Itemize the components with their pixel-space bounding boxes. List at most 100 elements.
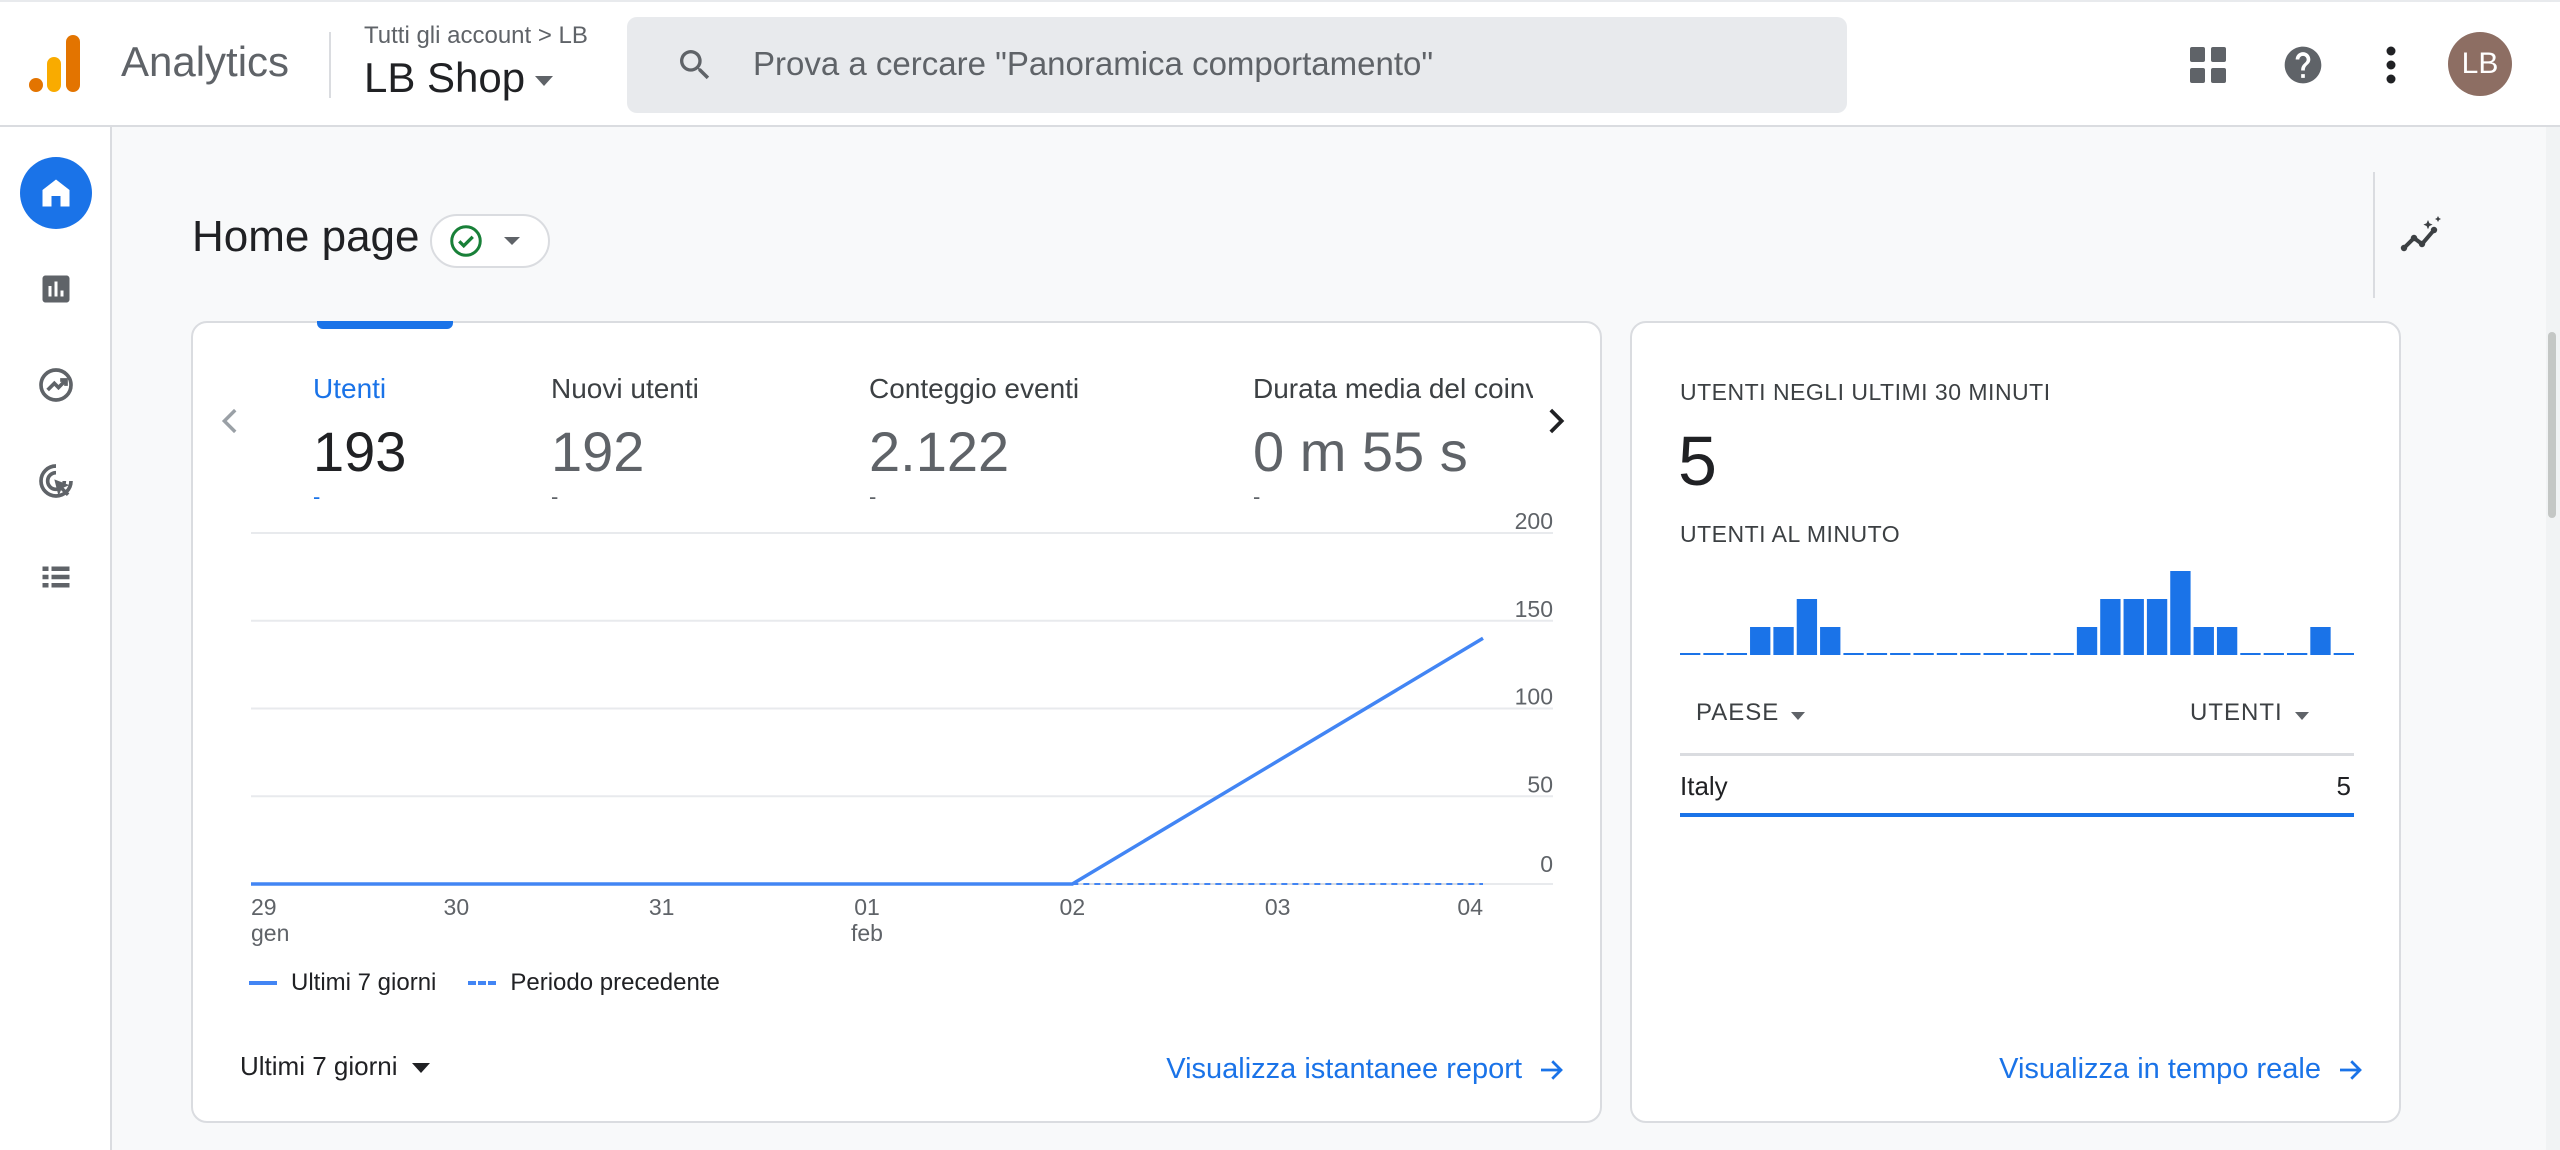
y-tick-label: 100 xyxy=(1515,684,1553,710)
x-tick-label: 30 xyxy=(444,894,470,920)
y-tick-label: 200 xyxy=(1515,508,1553,534)
minute-bar xyxy=(1726,653,1748,655)
minute-bar xyxy=(1890,653,1911,655)
view-realtime-link[interactable]: Visualizza in tempo reale xyxy=(1999,1053,2365,1086)
minute-bar xyxy=(2286,653,2308,655)
realtime-card: UTENTI NEGLI ULTIMI 30 MINUTI 5 UTENTI A… xyxy=(1630,321,2401,1123)
minute-bar xyxy=(2146,599,2168,655)
minute-bar xyxy=(2263,653,2284,655)
chevron-down-icon xyxy=(411,1062,430,1073)
series-line-current xyxy=(251,636,1484,886)
users-per-minute-chart xyxy=(1680,571,2354,655)
minute-bar xyxy=(2076,627,2098,655)
column-label: UTENTI xyxy=(2190,699,2283,726)
minute-bar xyxy=(2170,571,2191,655)
property-selector[interactable]: LB Shop xyxy=(364,54,554,102)
minute-bar xyxy=(1680,653,1701,655)
nav-item-home[interactable] xyxy=(20,157,92,229)
status-chip[interactable] xyxy=(430,214,550,268)
arrow-right-icon xyxy=(2340,1059,2362,1080)
top-app-bar: Analytics Tutti gli account > LB LB Shop… xyxy=(0,0,2560,127)
minute-bar xyxy=(2333,653,2354,655)
minute-bar xyxy=(2123,599,2144,655)
x-tick-label: gen xyxy=(251,920,289,946)
chart-legend: Ultimi 7 giorni Periodo precedente xyxy=(249,969,720,997)
minute-bar xyxy=(2100,599,2121,655)
minute-bar xyxy=(1983,653,2004,655)
x-tick-label: 03 xyxy=(1265,894,1291,920)
table-row-users: 5 xyxy=(2336,771,2351,801)
bar-chart-icon xyxy=(42,275,70,303)
explore-icon xyxy=(39,368,73,402)
minute-bar xyxy=(2193,627,2214,655)
page-scrollbar[interactable] xyxy=(2546,127,2560,1150)
legend-label-current: Ultimi 7 giorni xyxy=(291,969,437,996)
list-icon xyxy=(42,566,70,588)
analytics-logo-icon[interactable] xyxy=(28,35,82,93)
insights-divider xyxy=(2373,172,2375,298)
help-icon[interactable] xyxy=(2275,37,2331,93)
x-tick-label: 01 xyxy=(854,894,880,920)
insights-icon xyxy=(2400,216,2441,252)
column-label: PAESE xyxy=(1696,699,1780,726)
table-divider xyxy=(1680,753,2354,756)
check-circle-icon xyxy=(450,225,482,257)
chevron-down-icon xyxy=(504,237,520,245)
table-row-country: Italy xyxy=(1680,771,1728,801)
minute-bar xyxy=(1703,653,1724,655)
users-line-chart: 0 50 100 150 200 29gen 30 31 01feb 02 03 04 xyxy=(251,508,1553,946)
column-header-users[interactable]: UTENTI xyxy=(2190,699,2309,727)
arrow-right-icon xyxy=(1541,1059,1563,1080)
chevron-down-icon xyxy=(1791,712,1806,720)
avatar[interactable]: LB xyxy=(2448,32,2512,96)
minute-bar xyxy=(2030,653,2051,655)
page-title: Home page xyxy=(192,212,420,261)
minute-bar xyxy=(2006,653,2028,655)
search-icon xyxy=(680,50,710,80)
scrollbar-thumb[interactable] xyxy=(2548,332,2556,518)
left-nav xyxy=(0,127,112,1150)
search-bar[interactable]: Prova a cercare "Panoramica comportament… xyxy=(627,17,1847,113)
apps-grid-icon[interactable] xyxy=(2180,37,2236,93)
minute-bar xyxy=(1820,627,1841,655)
nav-item-reports[interactable] xyxy=(20,253,92,325)
date-range-select[interactable]: Ultimi 7 giorni xyxy=(240,1051,430,1082)
more-vert-icon[interactable] xyxy=(2363,37,2419,93)
header-divider xyxy=(329,32,331,98)
nav-item-advertising[interactable] xyxy=(20,445,92,517)
minute-bar xyxy=(1866,653,1888,655)
account-breadcrumb[interactable]: Tutti gli account > LB xyxy=(364,22,588,50)
x-tick-label: 02 xyxy=(1060,894,1086,920)
x-tick-label: feb xyxy=(851,920,883,946)
home-icon xyxy=(42,179,70,207)
search-input[interactable]: Prova a cercare "Panoramica comportament… xyxy=(753,45,1433,83)
y-tick-label: 150 xyxy=(1515,596,1553,622)
x-tick-label: 31 xyxy=(649,894,675,920)
minute-bar xyxy=(2240,653,2261,655)
minute-bar xyxy=(1936,653,1958,655)
chevron-down-icon xyxy=(535,76,554,86)
column-header-country[interactable]: PAESE xyxy=(1696,699,1806,727)
advertising-icon xyxy=(39,464,73,498)
view-report-snapshot-link[interactable]: Visualizza istantanee report xyxy=(1166,1053,1566,1086)
minute-bar xyxy=(2053,653,2074,655)
minute-bar xyxy=(1913,653,1934,655)
app-name: Analytics xyxy=(121,38,290,85)
x-tick-label: 29 xyxy=(251,894,277,920)
minute-bar xyxy=(1843,653,1864,655)
realtime-subtitle: UTENTI AL MINUTO xyxy=(1680,521,1901,547)
nav-item-configure[interactable] xyxy=(20,541,92,613)
date-range-label: Ultimi 7 giorni xyxy=(240,1051,398,1081)
realtime-title: UTENTI NEGLI ULTIMI 30 MINUTI xyxy=(1680,379,2051,405)
link-label: Visualizza in tempo reale xyxy=(1999,1053,2321,1085)
chevron-down-icon xyxy=(2294,712,2309,720)
minute-bar xyxy=(2216,627,2238,655)
insights-button[interactable] xyxy=(2394,210,2450,266)
legend-swatch-dashed xyxy=(468,981,497,985)
x-tick-label: 04 xyxy=(1457,894,1483,920)
minute-bar xyxy=(1773,627,1794,655)
legend-label-previous: Periodo precedente xyxy=(510,969,720,996)
minute-bar xyxy=(1796,599,1818,655)
property-name: LB Shop xyxy=(364,54,526,101)
nav-item-explore[interactable] xyxy=(20,349,92,421)
